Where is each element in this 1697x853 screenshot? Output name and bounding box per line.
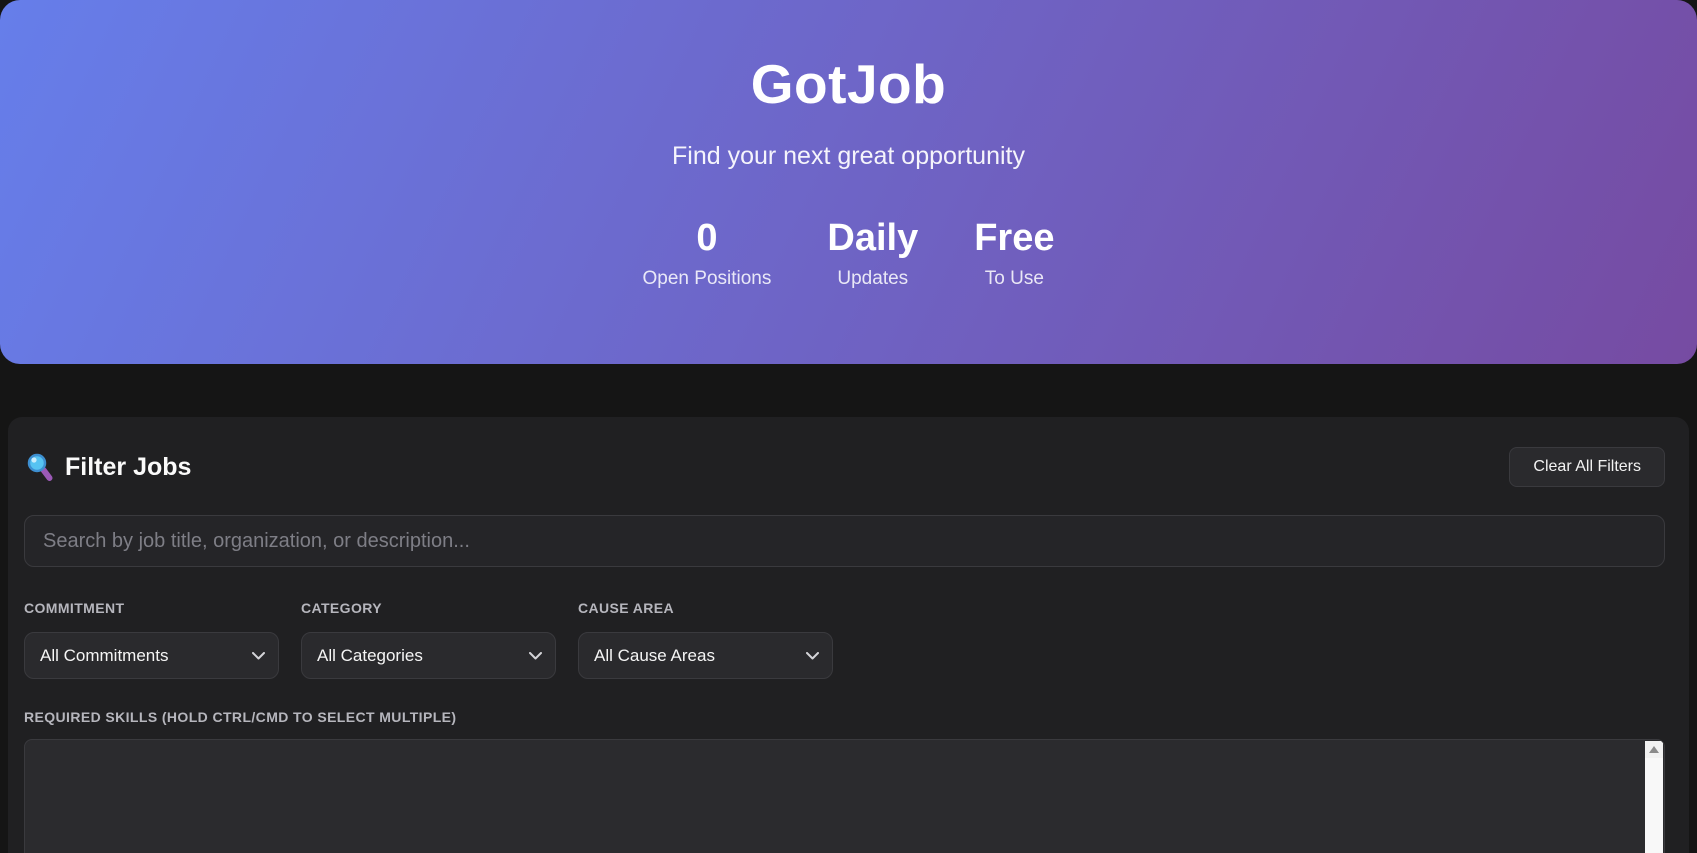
required-skills-label: REQUIRED SKILLS (HOLD CTRL/CMD TO SELECT…: [24, 709, 457, 725]
category-label: CATEGORY: [301, 600, 382, 616]
magnifier-icon: [26, 452, 53, 483]
filter-panel-title: Filter Jobs: [65, 452, 192, 481]
cause-area-filter-group: CAUSE AREA All Cause Areas: [578, 600, 833, 679]
stat-free: Free To Use: [974, 217, 1054, 290]
commitment-select-wrap: All Commitments: [24, 632, 279, 679]
category-select[interactable]: All Categories: [301, 632, 556, 679]
app-tagline: Find your next great opportunity: [672, 142, 1025, 170]
required-skills-multiselect[interactable]: [24, 739, 1665, 853]
job-search-input[interactable]: [24, 515, 1665, 567]
category-filter-group: CATEGORY All Categories: [301, 600, 556, 679]
cause-area-label: CAUSE AREA: [578, 600, 675, 616]
scroll-up-button[interactable]: [1645, 741, 1663, 758]
cause-area-select-wrap: All Cause Areas: [578, 632, 833, 679]
app-title: GotJob: [750, 53, 947, 115]
hero-banner: GotJob Find your next great opportunity …: [0, 0, 1697, 364]
filter-panel: Filter Jobs Clear All Filters COMMITMENT…: [8, 417, 1689, 853]
stat-updates: Daily Updates: [827, 217, 918, 290]
stat-open-positions: 0 Open Positions: [643, 217, 772, 290]
clear-all-filters-button[interactable]: Clear All Filters: [1509, 447, 1665, 487]
commitment-label: COMMITMENT: [24, 600, 125, 616]
stat-value: Daily: [827, 217, 919, 259]
commitment-filter-group: COMMITMENT All Commitments: [24, 600, 279, 679]
filter-title-wrap: Filter Jobs: [24, 452, 191, 483]
commitment-select[interactable]: All Commitments: [24, 632, 279, 679]
arrow-up-icon: [1649, 746, 1659, 753]
stat-label: Updates: [837, 268, 909, 289]
filter-dropdown-row: COMMITMENT All Commitments CATEGORY All …: [24, 600, 1665, 679]
filter-header: Filter Jobs Clear All Filters: [24, 447, 1665, 487]
hero-stats: 0 Open Positions Daily Updates Free To U…: [0, 217, 1697, 290]
stat-label: To Use: [984, 268, 1044, 289]
category-select-wrap: All Categories: [301, 632, 556, 679]
multiselect-scrollbar[interactable]: [1645, 741, 1663, 853]
stat-value: 0: [696, 217, 718, 259]
cause-area-select[interactable]: All Cause Areas: [578, 632, 833, 679]
stat-value: Free: [974, 217, 1055, 259]
stat-label: Open Positions: [642, 268, 772, 289]
